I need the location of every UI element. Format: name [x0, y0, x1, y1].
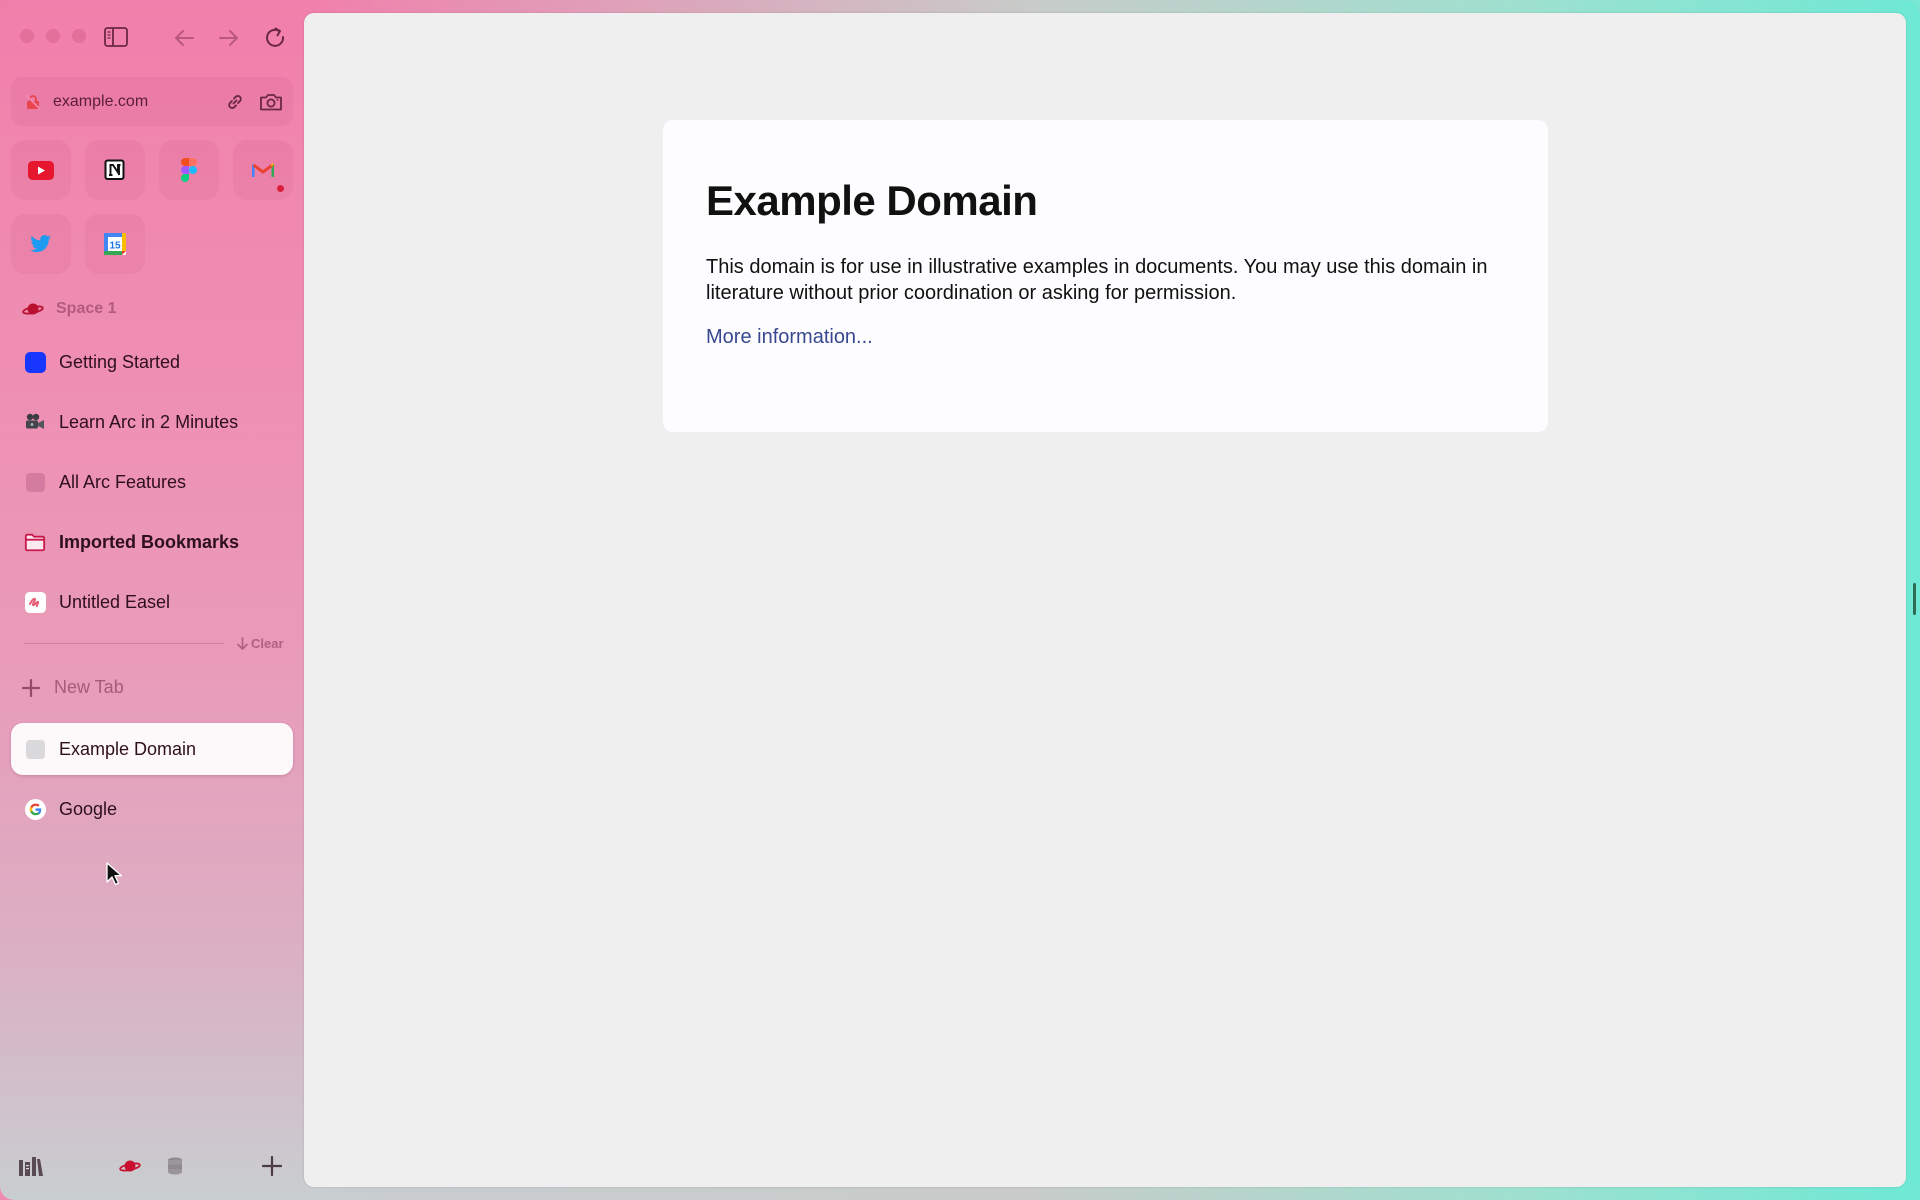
- page-title: Example Domain: [706, 177, 1038, 224]
- clear-label: Clear: [251, 636, 284, 651]
- copy-link-button[interactable]: [217, 92, 253, 112]
- minimize-window-button[interactable]: [46, 29, 60, 43]
- new-tab-button[interactable]: New Tab: [22, 677, 124, 698]
- placeholder-square-icon: [24, 471, 46, 493]
- arrow-right-icon: [219, 30, 238, 46]
- archive-button[interactable]: [162, 1155, 188, 1177]
- space-name: Space 1: [56, 300, 117, 317]
- web-content: Example Domain This domain is for use in…: [304, 13, 1906, 1187]
- camera-icon: [260, 93, 282, 110]
- gmail-icon: [252, 162, 274, 177]
- favorite-figma[interactable]: [159, 140, 219, 200]
- pinned-item-all-arc-features[interactable]: All Arc Features: [11, 456, 293, 508]
- tab-label: Example Domain: [59, 738, 197, 759]
- page-card: Example Domain This domain is for use in…: [663, 120, 1548, 432]
- space-switch-button[interactable]: [117, 1155, 143, 1177]
- pinned-item-label: Untitled Easel: [59, 591, 171, 612]
- back-button[interactable]: [172, 26, 196, 50]
- youtube-icon: [28, 160, 54, 180]
- pinned-item-getting-started[interactable]: Getting Started: [11, 336, 293, 388]
- tab-example-domain[interactable]: Example Domain: [11, 723, 293, 775]
- sidebar-toggle-button[interactable]: [103, 25, 129, 49]
- tab-label: Google: [59, 798, 118, 819]
- easel-icon: [24, 591, 46, 613]
- new-tab-label: New Tab: [54, 677, 124, 697]
- reload-icon: [266, 27, 285, 47]
- twitter-icon: [30, 235, 51, 253]
- library-button[interactable]: [18, 1155, 44, 1177]
- calendar-icon: 15: [104, 233, 126, 255]
- database-icon: [168, 1157, 182, 1175]
- more-information-link[interactable]: More information...: [706, 326, 873, 349]
- pinned-folder-imported-bookmarks[interactable]: Imported Bookmarks: [11, 516, 293, 568]
- space-label[interactable]: Space 1: [22, 300, 116, 318]
- forward-button[interactable]: [217, 26, 241, 50]
- pinned-divider: [24, 643, 224, 644]
- pinned-item-label: Imported Bookmarks: [59, 531, 240, 552]
- url-bar[interactable]: example.com: [11, 77, 293, 126]
- library-icon: [19, 1157, 43, 1176]
- link-icon: [228, 94, 242, 109]
- tab-google[interactable]: Google: [11, 783, 293, 835]
- favorite-google-calendar[interactable]: 15: [85, 214, 145, 274]
- page-body: This domain is for use in illustrative e…: [706, 256, 1488, 304]
- figma-icon: [181, 158, 197, 182]
- favorite-gmail[interactable]: [233, 140, 293, 200]
- pinned-item-label: All Arc Features: [59, 471, 187, 492]
- pinned-item-untitled-easel[interactable]: Untitled Easel: [11, 576, 293, 628]
- capture-button[interactable]: [253, 92, 289, 112]
- google-icon: [24, 798, 46, 820]
- sidebar-icon: [104, 27, 128, 47]
- browser-window: example.com 15 Space 1 Getting Started L…: [0, 0, 1920, 1200]
- plus-icon: [262, 1156, 282, 1176]
- sidebar: example.com 15 Space 1 Getting Started L…: [0, 0, 303, 1200]
- pinned-item-learn-arc[interactable]: Learn Arc in 2 Minutes: [11, 396, 293, 448]
- add-button[interactable]: [259, 1155, 285, 1177]
- favorite-notion[interactable]: [85, 140, 145, 200]
- reload-button[interactable]: [262, 24, 288, 50]
- notification-badge: [277, 185, 284, 192]
- planet-icon: [22, 303, 44, 315]
- folder-icon: [24, 531, 46, 553]
- url-text[interactable]: example.com: [53, 93, 217, 111]
- zoom-window-button[interactable]: [72, 29, 86, 43]
- svg-text:15: 15: [109, 241, 121, 252]
- plus-icon: [22, 678, 40, 697]
- pinned-item-label: Getting Started: [59, 351, 181, 372]
- notion-icon: [104, 159, 125, 180]
- clear-tabs-button[interactable]: Clear: [237, 636, 284, 651]
- planet-icon: [119, 1160, 141, 1172]
- resize-handle[interactable]: [1913, 583, 1916, 615]
- movie-camera-icon: [24, 411, 46, 433]
- favorite-twitter[interactable]: [11, 214, 71, 274]
- blue-square-icon: [24, 351, 46, 373]
- arrow-left-icon: [175, 30, 194, 46]
- arrow-down-icon: [237, 637, 248, 650]
- mouse-cursor-icon: [106, 862, 122, 886]
- close-window-button[interactable]: [20, 29, 34, 43]
- pinned-item-label: Learn Arc in 2 Minutes: [59, 411, 239, 432]
- placeholder-square-icon: [24, 738, 46, 760]
- lock-slash-icon: [25, 93, 41, 110]
- sidebar-bottom-bar: [0, 1150, 303, 1186]
- favorite-youtube[interactable]: [11, 140, 71, 200]
